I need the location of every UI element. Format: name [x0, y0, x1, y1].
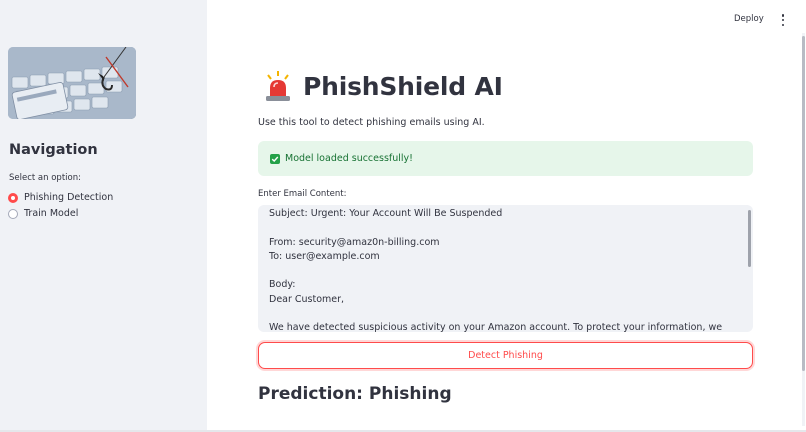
siren-icon	[266, 71, 290, 101]
radio-label: Phishing Detection	[24, 192, 114, 203]
success-message: Model loaded successfully!	[285, 153, 413, 164]
select-option-label: Select an option:	[9, 173, 81, 183]
radio-train-model[interactable]: Train Model	[8, 208, 78, 219]
check-icon	[270, 153, 280, 164]
navigation-heading: Navigation	[9, 142, 98, 158]
page-title-row: PhishShield AI	[263, 70, 503, 102]
page-title: PhishShield AI	[303, 71, 503, 101]
radio-unselected-icon[interactable]	[8, 208, 18, 219]
email-content-label: Enter Email Content:	[258, 189, 347, 199]
sidebar: Navigation Select an option: Phishing De…	[0, 0, 207, 432]
more-vert-icon[interactable]	[780, 14, 786, 26]
page-description: Use this tool to detect phishing emails …	[258, 117, 485, 128]
textarea-scrollbar[interactable]	[748, 210, 751, 267]
email-content-textarea[interactable]: Subject: Urgent: Your Account Will Be Su…	[258, 205, 753, 332]
phishing-hook-image	[8, 47, 136, 119]
radio-label: Train Model	[24, 208, 79, 219]
page-scrollbar-thumb[interactable]	[802, 36, 805, 371]
success-alert: Model loaded successfully!	[258, 141, 753, 176]
radio-selected-icon[interactable]	[8, 192, 18, 203]
prediction-result: Prediction: Phishing	[258, 384, 452, 404]
radio-phishing-detection[interactable]: Phishing Detection	[8, 192, 113, 203]
deploy-button[interactable]: Deploy	[734, 14, 764, 24]
detect-phishing-button[interactable]: Detect Phishing	[258, 342, 753, 369]
